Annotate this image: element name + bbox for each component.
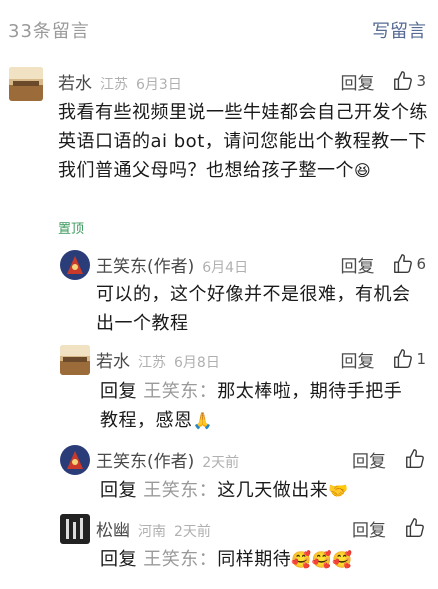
reply-button[interactable]: 回复 bbox=[340, 69, 374, 94]
reply-button[interactable]: 回复 bbox=[352, 516, 386, 541]
like-button[interactable]: 3 bbox=[392, 70, 426, 92]
comment-location: 江苏 bbox=[138, 355, 166, 371]
comment-location: 江苏 bbox=[100, 77, 128, 93]
thumbs-up-icon bbox=[406, 449, 424, 468]
comment-text: 我看有些视频里说一些牛娃都会自己开发个练英语口语的ai bot，请问您能出个教程… bbox=[58, 98, 428, 185]
avatar[interactable] bbox=[60, 250, 90, 280]
comment-date: 2天前 bbox=[174, 524, 211, 540]
comment-meta: 松幽 河南 2天前 bbox=[96, 516, 211, 541]
avatar[interactable] bbox=[60, 345, 90, 375]
smiling-face-with-hearts-emoji: 🥰🥰🥰 bbox=[291, 550, 353, 569]
comment-meta: 若水 江苏 6月3日 bbox=[58, 69, 182, 94]
reply-button[interactable]: 回复 bbox=[352, 447, 386, 472]
handshake-emoji: 🤝 bbox=[328, 481, 349, 500]
comment-text-content: 这几天做出来 bbox=[217, 480, 329, 501]
laughing-emoji: 😆 bbox=[354, 161, 372, 180]
comment-meta: 若水 江苏 6月8日 bbox=[96, 347, 220, 372]
comment-actions: 回复 bbox=[352, 447, 426, 472]
like-button[interactable]: 1 bbox=[392, 348, 426, 370]
comment-actions: 回复 bbox=[352, 516, 426, 541]
thumbs-up-icon bbox=[406, 518, 424, 537]
thumbs-up-icon bbox=[394, 349, 413, 368]
comment-author[interactable]: 若水 bbox=[96, 347, 130, 372]
comment-author[interactable]: 松幽 bbox=[96, 516, 130, 541]
avatar[interactable] bbox=[60, 514, 90, 544]
reply-to-name[interactable]: 王笑东： bbox=[143, 381, 217, 402]
comments-header: 33条留言 写留言 bbox=[0, 0, 438, 56]
comment-text-content: 我看有些视频里说一些牛娃都会自己开发个练英语口语的ai bot，请问您能出个教程… bbox=[58, 102, 428, 181]
like-count: 6 bbox=[416, 255, 426, 273]
thumbs-up-icon bbox=[394, 254, 413, 273]
comment-author[interactable]: 若水 bbox=[58, 69, 92, 94]
reply-prefix: 回复 bbox=[100, 480, 137, 501]
reply-to-name[interactable]: 王笑东： bbox=[143, 549, 217, 570]
thumbs-up-icon bbox=[394, 71, 413, 90]
comment-date: 6月8日 bbox=[174, 355, 220, 371]
comment-actions: 回复 6 bbox=[340, 252, 426, 277]
comment-count: 33条留言 bbox=[8, 21, 90, 42]
like-button[interactable]: 6 bbox=[392, 253, 426, 275]
comment-date: 2天前 bbox=[202, 455, 240, 471]
avatar[interactable] bbox=[9, 67, 43, 101]
comment-date: 6月4日 bbox=[202, 260, 249, 276]
comment-actions: 回复 1 bbox=[340, 347, 426, 372]
reply-prefix: 回复 bbox=[100, 549, 137, 570]
avatar[interactable] bbox=[60, 445, 90, 475]
comment-text: 可以的，这个好像并不是很难，有机会出一个教程 bbox=[96, 284, 411, 334]
write-comment-button[interactable]: 写留言 bbox=[372, 17, 426, 43]
reply-button[interactable]: 回复 bbox=[340, 252, 374, 277]
comment-author[interactable]: 王笑东(作者) bbox=[96, 447, 194, 472]
like-button[interactable] bbox=[404, 517, 426, 539]
comment-text: 回复 王笑东：这几天做出来🤝 bbox=[100, 476, 416, 505]
comment-actions: 回复 3 bbox=[340, 69, 426, 94]
comment-meta: 王笑东(作者) 2天前 bbox=[96, 447, 240, 472]
reply-to-name[interactable]: 王笑东： bbox=[143, 480, 217, 501]
comment-author[interactable]: 王笑东(作者) bbox=[96, 252, 194, 277]
comment-text: 回复 王笑东：那太棒啦，期待手把手教程，感恩🙏 bbox=[100, 377, 416, 435]
comment-text-content: 同样期待 bbox=[217, 549, 292, 570]
folded-hands-emoji: 🙏 bbox=[192, 411, 213, 430]
comment-date: 6月3日 bbox=[136, 77, 182, 93]
reply-prefix: 回复 bbox=[100, 381, 137, 402]
comment-location: 河南 bbox=[138, 524, 166, 540]
like-count: 3 bbox=[416, 72, 426, 90]
comment-meta: 王笑东(作者) 6月4日 bbox=[96, 252, 249, 277]
pinned-badge: 置顶 bbox=[58, 222, 85, 237]
comment-text: 回复 王笑东：同样期待🥰🥰🥰 bbox=[100, 545, 416, 574]
reply-button[interactable]: 回复 bbox=[340, 347, 374, 372]
like-count: 1 bbox=[416, 350, 426, 368]
like-button[interactable] bbox=[404, 448, 426, 470]
